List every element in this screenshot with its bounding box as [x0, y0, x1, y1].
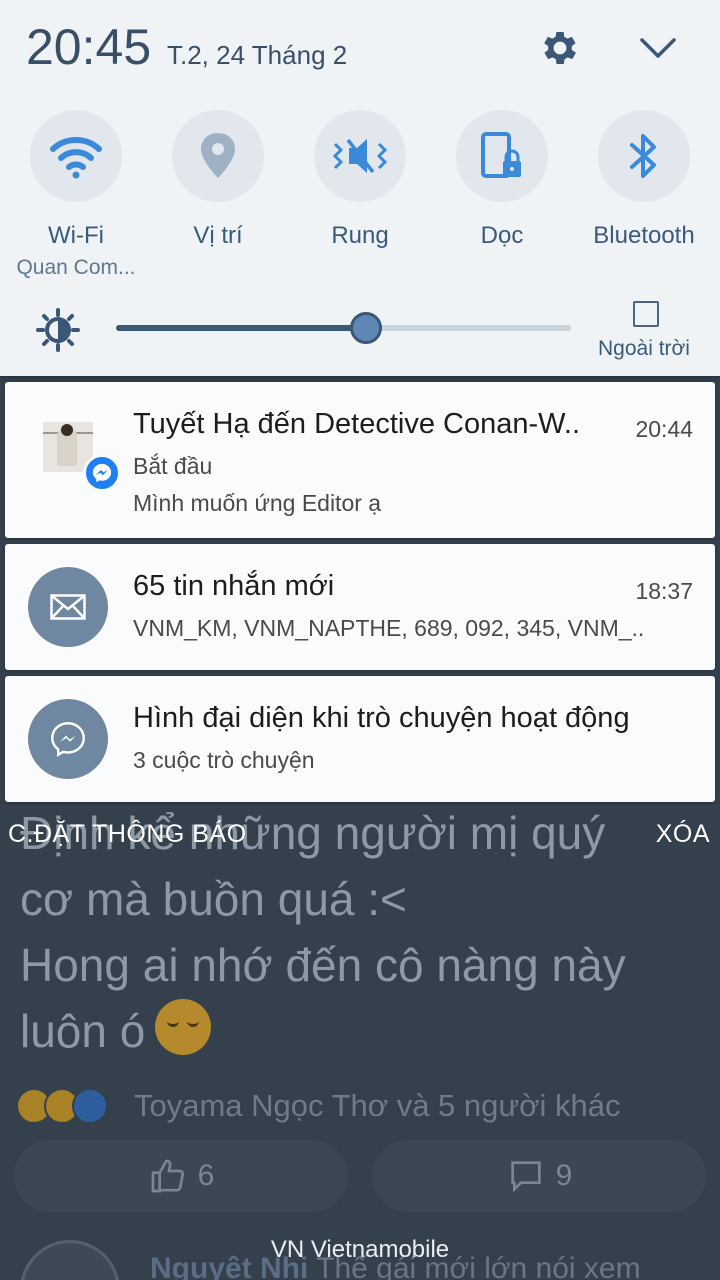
comment-button: 9 [372, 1140, 706, 1212]
tile-label: Vị trí [193, 222, 243, 249]
notification-settings-button[interactable]: C.ĐẶT THÔNG BÁO [8, 820, 247, 849]
notification-line: Mình muốn ứng Editor ạ [133, 490, 382, 516]
mail-icon [28, 567, 108, 647]
notification-title: Tuyết Hạ đến Detective Conan-W.. [133, 408, 581, 440]
wifi-icon [50, 137, 102, 179]
quick-tiles: Wi-Fi Quan Com... Vị trí Rung Dọc Blueto… [0, 110, 720, 280]
clear-all-button[interactable]: XÓA [656, 820, 710, 849]
clock: 20:45 [26, 19, 152, 75]
tile-bluetooth-button[interactable] [598, 110, 690, 202]
notification-line: Bắt đầu [133, 453, 213, 479]
tile-sublabel: Quan Com... [16, 256, 136, 279]
vibrate-icon [332, 138, 388, 174]
tile-location[interactable]: Vị trí [147, 110, 289, 250]
bluetooth-icon [630, 134, 656, 178]
notification-time: 20:44 [635, 416, 693, 442]
chevron-down-icon[interactable] [636, 30, 680, 66]
carrier-label: VN Vietnamobile [270, 1236, 450, 1263]
thumbs-up-icon [151, 1159, 184, 1193]
notification-line: 3 cuộc trò chuyện [133, 747, 315, 773]
notification-title: 65 tin nhắn mới [133, 570, 335, 602]
notification-line: VNM_KM, VNM_NAPTHE, 689, 092, 345, VNM_.… [133, 615, 645, 641]
reactors-text: Toyama Ngọc Thơ và 5 người khác [134, 1088, 621, 1123]
messenger-icon [83, 454, 121, 492]
comment-icon [510, 1161, 541, 1193]
tile-wifi[interactable]: Wi-Fi Quan Com... [5, 110, 147, 280]
outdoor-mode-checkbox[interactable] [633, 301, 659, 327]
brightness-slider-fill [116, 325, 366, 331]
like-count: 6 [197, 1159, 215, 1192]
tile-vibrate-button[interactable] [314, 110, 406, 202]
tile-location-button[interactable] [172, 110, 264, 202]
post-line: cơ mà buồn quá :< [20, 873, 407, 925]
tile-label: Wi-Fi [48, 222, 104, 249]
post-line: Hong ai nhớ đến cô nàng này [20, 939, 626, 991]
tile-vibrate[interactable]: Rung [289, 110, 431, 250]
tile-orientation-button[interactable] [456, 110, 548, 202]
notification-messages[interactable]: 65 tin nhắn mới 18:37 VNM_KM, VNM_NAPTHE… [5, 544, 715, 670]
notification-actions-bar: C.ĐẶT THÔNG BÁO XÓA [0, 808, 720, 864]
post-line-text: luôn ó [20, 1005, 146, 1057]
tile-wifi-button[interactable] [30, 110, 122, 202]
tile-label: Dọc [480, 222, 524, 249]
comment-count: 9 [555, 1159, 573, 1192]
brightness-slider-thumb[interactable] [350, 312, 382, 344]
tile-orientation[interactable]: Dọc [431, 110, 573, 250]
portrait-lock-icon [481, 132, 521, 178]
brightness-icon [36, 308, 80, 352]
notification-time: 18:37 [635, 578, 693, 604]
date[interactable]: T.2, 24 Tháng 2 [167, 40, 347, 71]
sad-face-emoji-icon [155, 999, 212, 1055]
outdoor-mode-label[interactable]: Ngoài trời [598, 337, 690, 361]
notification-messenger[interactable]: Tuyết Hạ đến Detective Conan-W.. 20:44 B… [5, 382, 715, 538]
tile-bluetooth[interactable]: Bluetooth [573, 110, 715, 250]
notification-title: Hình đại diện khi trò chuyện hoạt động [133, 702, 630, 734]
reaction-icons [16, 1086, 108, 1126]
brightness-slider[interactable] [116, 312, 571, 344]
gear-icon[interactable] [538, 26, 582, 70]
like-reaction-icon [72, 1088, 108, 1124]
post-line: luôn ó [20, 998, 710, 1064]
messenger-icon [28, 699, 108, 779]
tile-label: Bluetooth [593, 222, 695, 249]
location-icon [201, 133, 235, 178]
quick-settings-panel: 20:45 T.2, 24 Tháng 2 Wi-Fi Quan Com... [0, 0, 720, 376]
like-button: 6 [14, 1140, 348, 1212]
tile-label: Rung [331, 222, 389, 249]
notification-chat-heads[interactable]: Hình đại diện khi trò chuyện hoạt động 3… [5, 676, 715, 802]
